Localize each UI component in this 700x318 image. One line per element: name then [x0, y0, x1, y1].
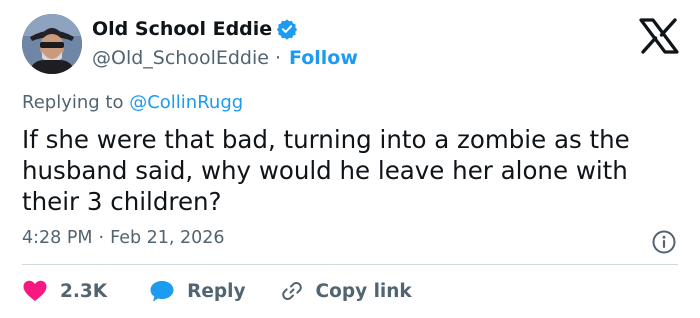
replying-to-prefix: Replying to	[22, 92, 124, 113]
tweet-date: Feb 21, 2026	[110, 228, 225, 248]
tweet-timestamp[interactable]: 4:28 PM · Feb 21, 2026	[22, 228, 225, 248]
verified-badge-icon	[276, 18, 298, 40]
avatar-photo	[22, 14, 82, 74]
replying-to-handle[interactable]: @CollinRugg	[129, 92, 243, 113]
author-name[interactable]: Old School Eddie	[92, 18, 272, 40]
copy-link-button[interactable]: Copy link	[280, 279, 412, 303]
author-name-row: Old School Eddie	[92, 18, 298, 40]
author-handle-row: @Old_SchoolEddie · Follow	[92, 47, 358, 69]
link-icon	[281, 281, 302, 301]
author-handle[interactable]: @Old_SchoolEddie	[92, 47, 269, 69]
speech-bubble-icon	[150, 281, 174, 302]
tweet-time: 4:28 PM	[22, 228, 93, 248]
x-logo-icon[interactable]	[638, 18, 680, 54]
follow-button[interactable]: Follow	[289, 47, 358, 69]
avatar[interactable]	[22, 14, 82, 74]
replying-to-line: Replying to @CollinRugg	[22, 92, 243, 113]
divider	[22, 264, 678, 265]
tweet-card: Old School Eddie @Old_SchoolEddie · Foll…	[0, 0, 700, 318]
tweet-text: If she were that bad, turning into a zom…	[22, 125, 630, 216]
heart-icon	[23, 280, 47, 301]
copy-link-label: Copy link	[315, 280, 412, 302]
timestamp-separator: ·	[98, 228, 105, 248]
like-button[interactable]: 2.3K	[22, 279, 107, 303]
reply-button[interactable]: Reply	[149, 279, 246, 303]
action-bar: 2.3K Reply Copy link	[22, 276, 412, 306]
like-count: 2.3K	[60, 280, 108, 302]
info-icon[interactable]	[651, 229, 677, 255]
separator-dot: ·	[274, 47, 282, 69]
reply-label: Reply	[187, 280, 246, 302]
